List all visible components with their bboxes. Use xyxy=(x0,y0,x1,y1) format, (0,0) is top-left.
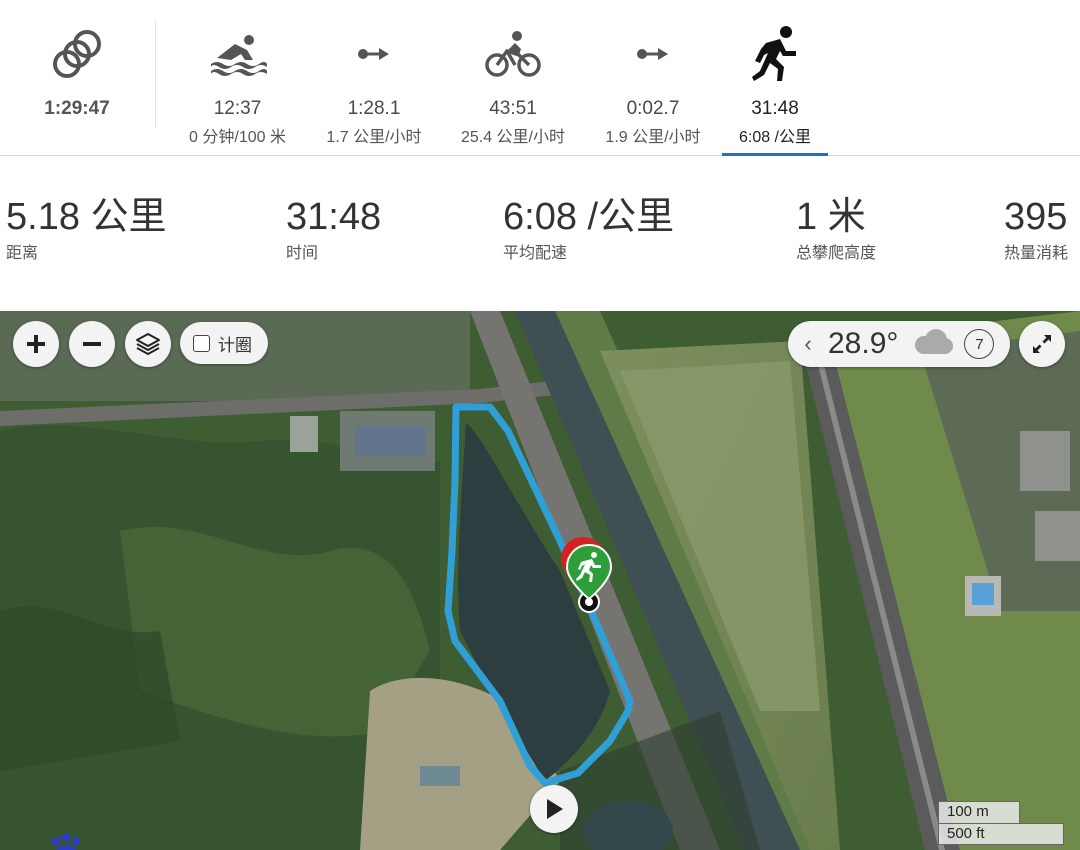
stat-distance: 5.18 公里 距离 xyxy=(6,195,167,263)
stat-label: 平均配速 xyxy=(503,245,568,262)
zoom-out-button[interactable] xyxy=(69,321,115,367)
segment-pace: 0 分钟/100 米 xyxy=(189,129,286,146)
stat-value: 6:08 /公里 xyxy=(503,196,675,238)
minus-icon xyxy=(83,342,101,346)
tab-run[interactable]: 31:48 6:08 /公里 xyxy=(722,0,828,156)
stat-value: 395 xyxy=(1004,196,1068,238)
map-layers-button[interactable] xyxy=(125,321,171,367)
wind-indicator: 7 xyxy=(964,329,995,359)
active-tab-indicator xyxy=(722,153,828,156)
stat-label: 总攀爬高度 xyxy=(796,245,877,262)
segment-time: 12:37 xyxy=(213,98,262,119)
weather-panel: ‹ 28.9° 7 xyxy=(788,321,1010,367)
play-route-button[interactable] xyxy=(530,785,578,833)
stat-calories: 395 热量消耗 xyxy=(1004,195,1068,263)
segment-time: 1:28.1 xyxy=(347,98,401,119)
tab-bike[interactable]: 43:51 25.4 公里/小时 xyxy=(453,0,573,156)
run-stats: 5.18 公里 距离 31:48 时间 6:08 /公里 平均配速 1 米 总攀… xyxy=(0,157,1080,311)
plus-icon xyxy=(27,335,45,353)
lap-checkbox[interactable] xyxy=(193,334,210,352)
scale-metric: 100 m xyxy=(938,801,1020,823)
run-icon xyxy=(743,24,807,84)
lap-toggle[interactable]: 计圈 xyxy=(180,322,268,364)
stat-label: 时间 xyxy=(286,245,319,262)
wind-speed: 7 xyxy=(975,335,984,353)
segment-speed: 1.7 公里/小时 xyxy=(326,129,422,146)
map-provider-logo xyxy=(52,833,80,850)
tab-swim[interactable]: 12:37 0 分钟/100 米 xyxy=(180,0,295,156)
stat-label: 距离 xyxy=(6,245,39,262)
stat-value: 5.18 公里 xyxy=(6,196,167,238)
segment-time: 43:51 xyxy=(489,98,537,119)
layers-icon xyxy=(136,333,160,355)
satellite-imagery xyxy=(0,311,1080,850)
cloud-icon xyxy=(910,328,954,360)
scale-imperial: 500 ft xyxy=(938,823,1064,845)
play-icon xyxy=(547,799,563,819)
sport-segment-tabs: 1:29:47 12:37 0 分钟/100 米 1:28.1 1.7 公里/小… xyxy=(0,0,1080,156)
stat-label: 热量消耗 xyxy=(1004,245,1069,262)
multisport-rings-icon xyxy=(45,24,109,84)
map-scale: 100 m 500 ft xyxy=(938,801,1064,845)
segment-time: 31:48 xyxy=(751,98,799,119)
segment-speed: 1.9 公里/小时 xyxy=(605,129,701,146)
segment-time: 0:02.7 xyxy=(626,98,680,119)
start-finish-marker[interactable] xyxy=(557,535,617,615)
divider xyxy=(155,20,156,128)
swim-icon xyxy=(206,24,270,84)
tab-total[interactable]: 1:29:47 xyxy=(22,0,132,156)
fullscreen-button[interactable] xyxy=(1019,321,1065,367)
tab-transition-2[interactable]: 0:02.7 1.9 公里/小时 xyxy=(597,0,709,156)
stat-avg-pace: 6:08 /公里 平均配速 xyxy=(503,195,674,263)
stat-value: 31:48 xyxy=(286,196,382,238)
segment-pace: 6:08 /公里 xyxy=(738,129,812,146)
expand-icon xyxy=(1033,335,1051,353)
stat-value: 1 米 xyxy=(796,196,866,238)
tab-transition-1[interactable]: 1:28.1 1.7 公里/小时 xyxy=(318,0,430,156)
stat-time: 31:48 时间 xyxy=(286,195,381,263)
lap-toggle-label: 计圈 xyxy=(218,335,252,355)
chevron-left-icon[interactable]: ‹ xyxy=(796,331,820,357)
route-map[interactable]: 计圈 ‹ 28.9° 7 100 m 500 ft xyxy=(0,311,1080,850)
transition-arrow-icon xyxy=(342,24,406,84)
temperature: 28.9° xyxy=(828,327,899,360)
bike-icon xyxy=(481,24,545,84)
stat-elevation-gain: 1 米 总攀爬高度 xyxy=(796,195,876,263)
segment-speed: 25.4 公里/小时 xyxy=(460,129,566,146)
zoom-in-button[interactable] xyxy=(13,321,59,367)
segment-time: 1:29:47 xyxy=(44,98,110,119)
transition-arrow-icon xyxy=(621,24,685,84)
